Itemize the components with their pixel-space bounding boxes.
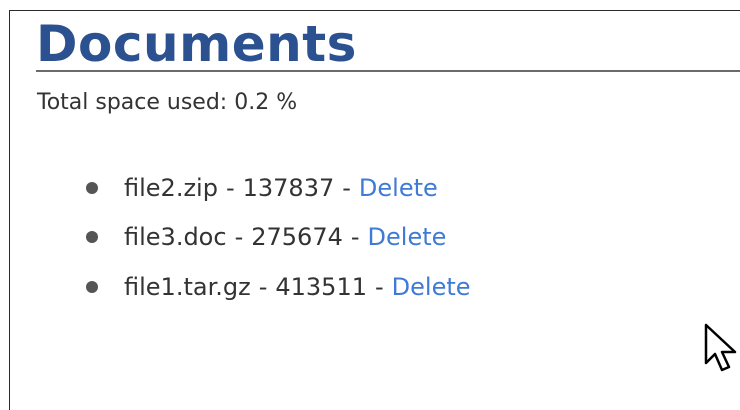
separator: - bbox=[350, 223, 360, 252]
file-name: file3.doc bbox=[124, 223, 227, 252]
space-usage-value: 0.2 % bbox=[234, 90, 298, 115]
file-list: file2.zip - 137837 - Delete file3.doc - … bbox=[86, 163, 471, 312]
separator: - bbox=[234, 223, 244, 252]
bullet-icon bbox=[86, 280, 98, 293]
title-divider bbox=[36, 70, 740, 72]
bullet-icon bbox=[86, 231, 98, 244]
space-usage-label: Total space used: bbox=[37, 90, 228, 115]
separator: - bbox=[375, 272, 384, 301]
list-item: file2.zip - 137837 - Delete bbox=[86, 163, 471, 213]
file-size: 137837 bbox=[242, 173, 335, 202]
space-usage: Total space used: 0.2 % bbox=[37, 90, 297, 116]
separator: - bbox=[225, 173, 235, 202]
bullet-icon bbox=[86, 181, 98, 194]
page-title: Documents bbox=[36, 15, 357, 73]
file-name: file1.tar.gz bbox=[124, 272, 251, 301]
list-item: file1.tar.gz - 413511 - Delete bbox=[86, 262, 471, 312]
mouse-pointer-icon bbox=[704, 323, 737, 372]
file-size: 275674 bbox=[251, 223, 343, 252]
list-item: file3.doc - 275674 - Delete bbox=[86, 213, 471, 263]
separator: - bbox=[342, 173, 351, 202]
file-size: 413511 bbox=[275, 272, 367, 301]
delete-link[interactable]: Delete bbox=[359, 174, 438, 202]
delete-link[interactable]: Delete bbox=[368, 223, 447, 251]
separator: - bbox=[258, 272, 268, 301]
file-name: file2.zip bbox=[124, 173, 218, 202]
delete-link[interactable]: Delete bbox=[392, 273, 471, 301]
